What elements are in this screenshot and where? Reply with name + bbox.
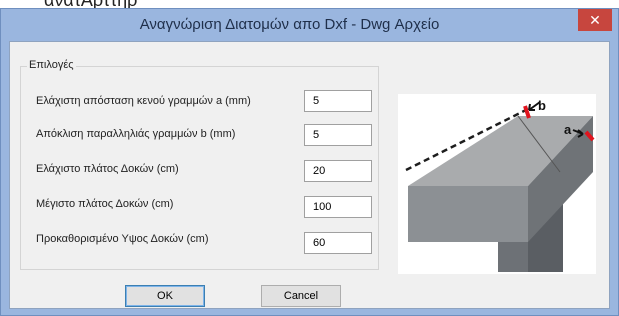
default-beam-height-input[interactable]: 60 <box>304 232 372 254</box>
min-beam-width-input[interactable]: 20 <box>304 160 372 182</box>
close-button[interactable]: ✕ <box>578 9 612 31</box>
dialog-body: Επιλογές Ελάχιστη απόσταση κενού γραμμών… <box>9 41 610 309</box>
max-beam-width-label: Μέγιστο πλάτος Δοκών (cm) <box>36 198 174 210</box>
dialog-window: Αναγνώριση Διατομών απο Dxf - Dwg Αρχείο… <box>0 8 619 316</box>
default-beam-height-label: Προκαθορισμένο Υψος Δοκών (cm) <box>36 233 209 245</box>
close-icon: ✕ <box>589 12 601 28</box>
min-gap-label: Ελάχιστη απόσταση κενού γραμμών a (mm) <box>36 95 251 107</box>
title-bar[interactable]: Αναγνώριση Διατομών απο Dxf - Dwg Αρχείο… <box>1 9 618 41</box>
window-title: Αναγνώριση Διατομών απο Dxf - Dwg Αρχείο <box>139 16 440 33</box>
ok-button[interactable]: OK <box>125 285 205 307</box>
label-b: b <box>538 98 546 113</box>
parallel-deviation-label: Απόκλιση παραλληλιάς γραμμών b (mm) <box>36 128 236 140</box>
cancel-button[interactable]: Cancel <box>261 285 341 307</box>
min-gap-input[interactable]: 5 <box>304 90 372 112</box>
max-beam-width-input[interactable]: 100 <box>304 196 372 218</box>
options-group: Επιλογές Ελάχιστη απόσταση κενού γραμμών… <box>20 59 379 270</box>
beam-front-face <box>408 186 528 242</box>
beam-illustration: b a <box>398 94 596 274</box>
label-a: a <box>564 122 572 137</box>
parallel-deviation-input[interactable]: 5 <box>304 124 372 146</box>
min-beam-width-label: Ελάχιστο πλάτος Δοκών (cm) <box>36 163 179 175</box>
beam-diagram: b a <box>405 98 595 272</box>
options-group-label: Επιλογές <box>27 59 76 71</box>
